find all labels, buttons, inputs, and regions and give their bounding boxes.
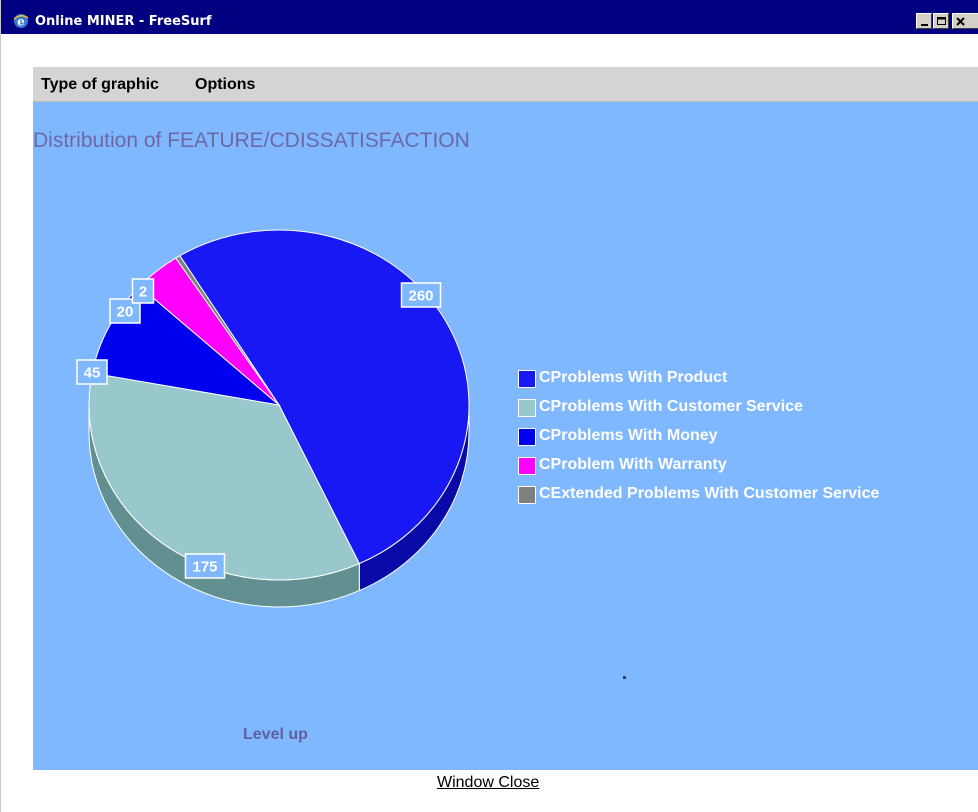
pie-chart: 260 175 45 20 2 <box>76 229 470 608</box>
pie-data-label: 260 <box>400 282 442 308</box>
close-button[interactable] <box>952 13 978 29</box>
legend-label: CExtended Problems With Customer Service <box>539 485 880 502</box>
window-close-link[interactable]: Window Close <box>437 774 539 792</box>
pie-data-label: 2 <box>131 278 155 304</box>
pie-data-label: 45 <box>76 359 108 385</box>
pie-data-label: 175 <box>184 553 226 579</box>
maximize-icon <box>937 17 946 25</box>
legend-label: CProblem With Warranty <box>539 456 727 473</box>
menu-type-of-graphic[interactable]: Type of graphic <box>41 76 159 94</box>
legend-swatch <box>518 457 536 475</box>
title-bar: e Online MINER - FreeSurf <box>1 0 978 34</box>
pie-data-label-text: 45 <box>84 365 101 382</box>
pie-data-label-text: 20 <box>117 304 134 321</box>
minimize-icon <box>921 24 928 26</box>
legend-swatch <box>518 428 536 446</box>
legend-swatch <box>518 370 536 388</box>
pie-data-label-text: 2 <box>139 284 147 301</box>
window-title: Online MINER - FreeSurf <box>35 14 212 29</box>
legend-swatch <box>518 486 536 504</box>
maximize-button[interactable] <box>933 13 949 29</box>
menu-bar: Type of graphic Options <box>33 67 978 102</box>
legend-label: CProblems With Money <box>539 427 718 444</box>
minimize-button[interactable] <box>916 13 932 29</box>
pie-data-label-text: 260 <box>408 288 433 305</box>
pie-data-label-text: 175 <box>192 559 217 576</box>
legend-label: CProblems With Customer Service <box>539 398 803 415</box>
level-up-link[interactable]: Level up <box>243 726 308 744</box>
legend-label: CProblems With Product <box>539 369 728 386</box>
browser-window: e Online MINER - FreeSurf Type of graphi… <box>0 0 978 812</box>
close-icon <box>956 17 965 26</box>
legend-swatch <box>518 399 536 417</box>
menu-options[interactable]: Options <box>195 76 255 94</box>
stray-dot <box>623 676 626 679</box>
internet-explorer-icon: e <box>13 14 29 29</box>
chart-panel: Distribution of FEATURE/CDISSATISFACTION… <box>33 102 978 770</box>
